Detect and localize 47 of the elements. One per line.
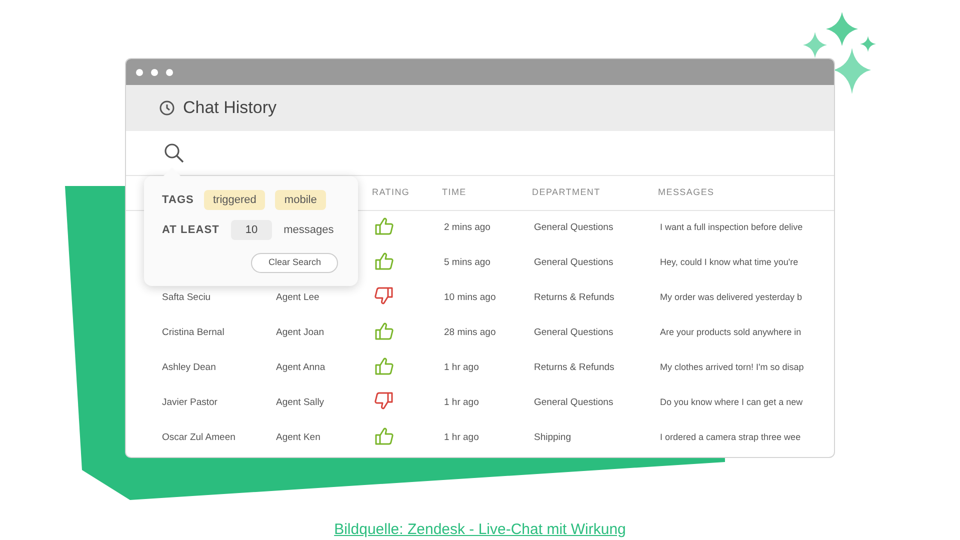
table-cell: 1 hr ago: [444, 432, 479, 444]
minimum-label: AT LEAST: [162, 222, 220, 238]
table-cell: Agent Sally: [276, 397, 324, 408]
table-cell: 2 mins ago: [444, 222, 490, 234]
clear-search-button[interactable]: Clear Search: [251, 253, 338, 272]
table-cell: Javier Pastor: [162, 397, 218, 408]
table-cell: Shipping: [534, 432, 571, 444]
table-cell: My order was delivered yesterday b: [660, 292, 802, 302]
table-cell: Agent Joan: [276, 327, 324, 338]
table-cell: Are your products sold anywhere in: [660, 327, 802, 338]
messages-label: messages: [284, 222, 334, 238]
clock-icon: [159, 100, 175, 116]
table-cell: Safta Seciu: [162, 292, 211, 304]
table-cell: Hey, could I know what time you're: [660, 257, 798, 268]
table-cell: My clothes arrived torn! I'm so disap: [660, 362, 804, 372]
column-header[interactable]: TIME: [442, 187, 466, 198]
table-cell: General Questions: [534, 257, 614, 268]
search-icon[interactable]: [163, 142, 185, 164]
table-cell: Returns & Refunds: [534, 362, 614, 374]
table-cell: I want a full inspection before delive: [660, 222, 803, 232]
column-header[interactable]: RATING: [372, 187, 410, 198]
table-cell: Oscar Zul Ameen: [162, 432, 236, 444]
table-cell: Ashley Dean: [162, 362, 216, 374]
table-cell: 1 hr ago: [444, 362, 479, 374]
table-cell: Cristina Bernal: [162, 327, 224, 338]
table-cell: 5 mins ago: [444, 257, 490, 268]
table-cell: General Questions: [534, 397, 614, 408]
table-cell: 28 mins ago: [444, 327, 496, 338]
table-cell: 10 mins ago: [444, 292, 496, 304]
table-cell: I ordered a camera strap three wee: [660, 432, 801, 442]
table-cell: General Questions: [534, 327, 614, 338]
caption-link[interactable]: Bildquelle: Zendesk - Live-Chat mit Wirkung: [334, 519, 626, 540]
table-cell: Agent Ken: [276, 432, 320, 444]
table-cell: Agent Anna: [276, 362, 326, 374]
column-header[interactable]: DEPARTMENT: [532, 187, 600, 198]
tag-chip[interactable]: triggered: [204, 190, 266, 210]
tags-label: TAGS: [162, 192, 194, 208]
column-header[interactable]: MESSAGES: [658, 187, 714, 198]
table-cell: Agent Lee: [276, 292, 320, 304]
sparkle-icon: [803, 12, 876, 94]
table-cell: 1 hr ago: [444, 397, 479, 408]
minimum-count-field[interactable]: 10: [231, 220, 272, 240]
table-cell: General Questions: [534, 222, 614, 234]
window-title: Chat History: [183, 97, 277, 120]
table-cell: Returns & Refunds: [534, 292, 614, 304]
table-cell: Do you know where I can get a new: [660, 397, 803, 408]
tag-chip[interactable]: mobile: [275, 190, 326, 210]
